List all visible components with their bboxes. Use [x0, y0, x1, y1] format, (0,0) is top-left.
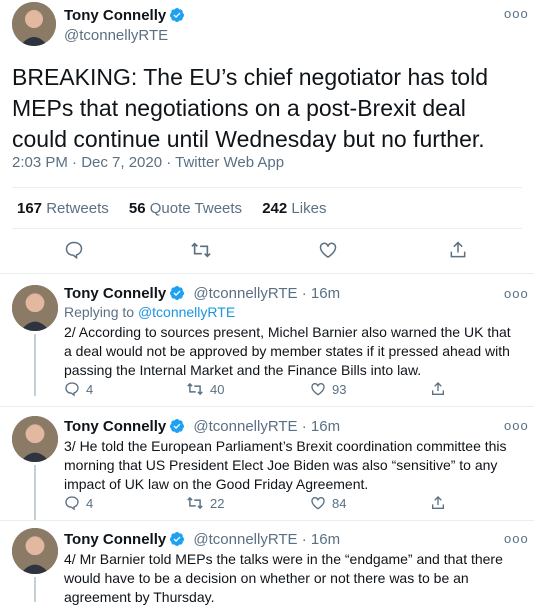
reply-icon: [65, 496, 79, 511]
share-icon[interactable]: [430, 381, 446, 402]
tweet-time[interactable]: · 16m: [302, 285, 340, 302]
tweet-text: BREAKING: The EU’s chief negotiator has …: [12, 64, 489, 152]
tweet-time[interactable]: · 16m: [302, 531, 340, 548]
like-button[interactable]: 93: [310, 381, 346, 397]
author-name[interactable]: Tony Connelly: [64, 7, 185, 27]
share-icon[interactable]: [448, 240, 468, 265]
reply-count: 4: [86, 381, 94, 397]
tweet-text: 4/ Mr Barnier told MEPs the talks were i…: [64, 551, 503, 605]
author-name-text[interactable]: Tony Connelly: [64, 7, 166, 24]
author-handle[interactable]: @tconnellyRTE: [193, 418, 297, 435]
thread-line: [34, 577, 36, 602]
tweet-stats: 167 Retweets 56 Quote Tweets 242 Likes: [17, 200, 326, 217]
divider: [0, 520, 534, 521]
more-icon[interactable]: ooo: [504, 6, 529, 21]
thread-line: [34, 334, 36, 396]
reply-icon[interactable]: [64, 240, 84, 265]
more-icon[interactable]: ooo: [504, 286, 529, 301]
more-icon[interactable]: ooo: [504, 531, 529, 546]
tweet-header: Tony Connelly @tconnellyRTE · 16m: [64, 418, 340, 438]
quotes-stat[interactable]: 56 Quote Tweets: [129, 200, 242, 217]
share-icon[interactable]: [430, 495, 446, 516]
author-name[interactable]: Tony Connelly: [64, 418, 166, 435]
retweet-icon: [187, 382, 203, 396]
author-handle[interactable]: @tconnellyRTE: [64, 27, 168, 44]
replying-prefix: Replying to: [64, 304, 135, 320]
retweets-stat[interactable]: 167 Retweets: [17, 200, 109, 217]
reply-button[interactable]: 4: [64, 495, 93, 511]
thread-line: [34, 465, 36, 520]
retweet-button[interactable]: 40: [186, 381, 224, 397]
more-icon[interactable]: ooo: [504, 418, 529, 433]
like-count: 84: [332, 495, 347, 511]
verified-badge-icon: [169, 285, 185, 305]
like-button[interactable]: 84: [310, 495, 346, 511]
retweet-button[interactable]: 22: [186, 495, 224, 511]
tweet-header: Tony Connelly @tconnellyRTE · 16m: [64, 531, 340, 551]
author-handle[interactable]: @tconnellyRTE: [193, 285, 297, 302]
tweet-time[interactable]: · 16m: [302, 418, 340, 435]
divider: [0, 406, 534, 407]
like-icon: [311, 383, 325, 396]
likes-label: Likes: [291, 200, 327, 217]
retweet-icon[interactable]: [190, 240, 212, 265]
retweets-label: Retweets: [46, 200, 109, 217]
replying-to: Replying to @tconnellyRTE: [64, 304, 235, 320]
avatar[interactable]: [12, 528, 58, 574]
likes-stat[interactable]: 242 Likes: [262, 200, 326, 217]
tweet-text: 3/ He told the European Parliament’s Bre…: [64, 438, 507, 492]
reply-count: 4: [86, 495, 94, 511]
tweet-text: 2/ According to sources present, Michel …: [64, 324, 511, 378]
verified-badge-icon: [169, 7, 185, 27]
quotes-label: Quote Tweets: [149, 200, 243, 217]
retweet-count: 22: [210, 495, 225, 511]
like-icon: [311, 497, 325, 510]
divider: [0, 273, 534, 274]
retweet-count: 40: [210, 381, 225, 397]
divider: [12, 187, 522, 188]
tweet-timestamp[interactable]: 2:03 PM · Dec 7, 2020 · Twitter Web App: [12, 154, 284, 171]
author-name[interactable]: Tony Connelly: [64, 531, 166, 548]
reply-button[interactable]: 4: [64, 381, 93, 397]
like-icon[interactable]: [318, 240, 338, 265]
avatar[interactable]: [12, 2, 56, 46]
avatar[interactable]: [12, 285, 58, 331]
like-count: 93: [332, 381, 347, 397]
verified-badge-icon: [169, 418, 185, 438]
likes-count: 242: [262, 200, 288, 217]
avatar[interactable]: [12, 416, 58, 462]
divider: [12, 228, 522, 229]
author-handle[interactable]: @tconnellyRTE: [193, 531, 297, 548]
author-name[interactable]: Tony Connelly: [64, 285, 166, 302]
replying-handle-link[interactable]: @tconnellyRTE: [138, 304, 235, 320]
retweet-icon: [187, 496, 203, 510]
reply-icon: [65, 382, 79, 397]
tweet-header: Tony Connelly @tconnellyRTE · 16m: [64, 285, 340, 305]
verified-badge-icon: [169, 531, 185, 551]
quotes-count: 56: [128, 200, 146, 217]
retweets-count: 167: [17, 200, 43, 217]
